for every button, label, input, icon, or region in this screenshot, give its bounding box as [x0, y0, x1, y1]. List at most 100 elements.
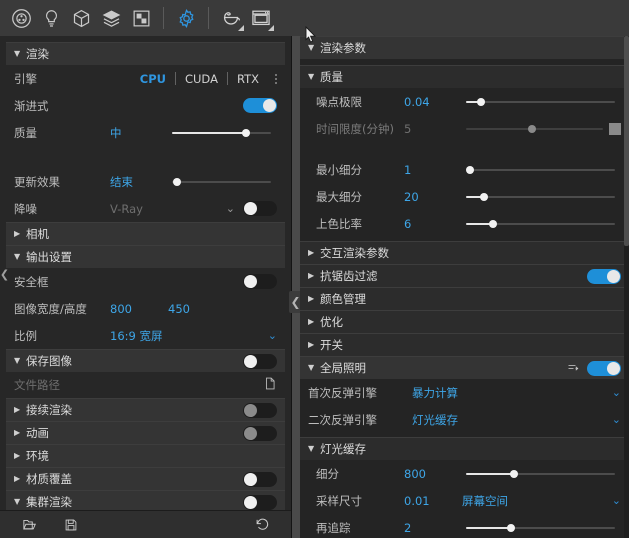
material-override-toggle[interactable]: [243, 472, 277, 487]
update-effect-value[interactable]: 结束: [110, 174, 168, 190]
engine-option-cpu[interactable]: CPU: [131, 72, 175, 86]
section-color-management[interactable]: ▶ 颜色管理: [300, 287, 629, 310]
primary-engine-value[interactable]: 暴力计算: [412, 385, 458, 401]
update-effect-slider[interactable]: [168, 174, 277, 190]
global-illumination-toggle[interactable]: [587, 361, 621, 376]
save-preset-icon[interactable]: [58, 514, 84, 536]
render-window-flyout-indicator[interactable]: [268, 25, 274, 31]
sample-size-mode-value[interactable]: 屏幕空间: [462, 493, 508, 509]
primary-engine-chevron-down-icon[interactable]: ⌄: [606, 386, 621, 399]
save-image-toggle[interactable]: [243, 354, 277, 369]
retrace-value[interactable]: 2: [404, 521, 462, 535]
engine-overflow-menu-icon[interactable]: [275, 74, 277, 84]
engine-option-cuda[interactable]: CUDA: [176, 72, 227, 86]
light-cache-subdivs-slider[interactable]: [462, 466, 621, 482]
section-antialiasing-filter[interactable]: ▶ 抗锯齿过滤: [300, 264, 629, 287]
denoise-value[interactable]: V-Ray: [110, 202, 143, 216]
geometry-cube-icon[interactable]: [66, 3, 96, 33]
gi-presets-arrow-icon[interactable]: [566, 361, 580, 376]
left-panel-collapse-icon[interactable]: ❮: [0, 264, 9, 284]
section-switches[interactable]: ▶ 开关: [300, 333, 629, 356]
shading-rate-label: 上色比率: [308, 216, 404, 232]
teapot-flyout-indicator[interactable]: [238, 25, 244, 31]
ratio-value[interactable]: 16:9 宽屏: [110, 328, 162, 344]
section-global-illumination[interactable]: ▼ 全局照明: [300, 356, 629, 379]
section-output[interactable]: ▼ 输出设置: [6, 245, 285, 268]
open-preset-icon[interactable]: [16, 514, 42, 536]
reset-settings-icon[interactable]: [249, 514, 275, 536]
retrace-slider[interactable]: [462, 520, 621, 536]
section-environment[interactable]: ▶ 环境: [6, 444, 285, 467]
section-material-override[interactable]: ▶ 材质覆盖: [6, 467, 285, 490]
chevron-down-icon: ▼: [14, 498, 26, 506]
section-render[interactable]: ▼ 渲染: [6, 42, 285, 65]
chevron-down-icon: ▼: [14, 50, 26, 58]
denoise-chevron-down-icon[interactable]: ⌄: [220, 202, 235, 215]
left-panel-scroll-area: ▼ 渲染 引擎 CPU CUDA RTX 渐进式: [0, 36, 291, 510]
section-interactive-params[interactable]: ▶ 交互渲染参数: [300, 241, 629, 264]
light-bulb-icon[interactable]: [36, 3, 66, 33]
secondary-engine-value[interactable]: 灯光缓存: [412, 412, 458, 428]
min-subdiv-value[interactable]: 1: [404, 163, 462, 177]
right-panel-scrollbar[interactable]: [624, 36, 629, 538]
sample-size-mode-chevron-down-icon[interactable]: ⌄: [606, 494, 621, 507]
gear-settings-icon[interactable]: [171, 3, 201, 33]
quality-value[interactable]: 中: [110, 125, 168, 141]
noise-limit-value[interactable]: 0.04: [404, 95, 462, 109]
render-target-icon[interactable]: [6, 3, 36, 33]
max-subdiv-slider[interactable]: [462, 189, 621, 205]
render-frame-window-icon[interactable]: [246, 3, 276, 33]
chevron-down-icon: ▼: [308, 445, 320, 453]
image-height-value[interactable]: 450: [168, 302, 226, 316]
time-limit-value[interactable]: 5: [404, 122, 462, 136]
section-quality[interactable]: ▼ 质量: [300, 65, 629, 88]
light-cache-subdivs-value[interactable]: 800: [404, 467, 462, 481]
cluster-render-toggle[interactable]: [243, 495, 277, 510]
section-render-title: 渲染: [26, 46, 49, 62]
secondary-engine-chevron-down-icon[interactable]: ⌄: [606, 413, 621, 426]
row-spacer-quality: [300, 142, 629, 156]
noise-limit-slider[interactable]: [462, 94, 621, 110]
section-resume-render[interactable]: ▶ 接续渲染: [6, 398, 285, 421]
max-subdiv-value[interactable]: 20: [404, 190, 462, 204]
shading-rate-slider[interactable]: [462, 216, 621, 232]
section-environment-title: 环境: [26, 448, 49, 464]
time-limit-slider[interactable]: [462, 121, 605, 137]
engine-option-rtx[interactable]: RTX: [228, 72, 268, 86]
toolbar-divider-1: [163, 7, 164, 29]
light-cache-subdivs-label: 细分: [308, 466, 404, 482]
section-save-image[interactable]: ▼ 保存图像: [6, 349, 285, 372]
panel-splitter[interactable]: ❮: [292, 36, 300, 538]
teapot-material-icon[interactable]: [216, 3, 246, 33]
section-color-management-title: 颜色管理: [320, 291, 366, 307]
denoise-toggle[interactable]: [243, 201, 277, 216]
resume-render-toggle[interactable]: [243, 403, 277, 418]
min-subdiv-slider[interactable]: [462, 162, 621, 178]
section-optimization-title: 优化: [320, 314, 343, 330]
row-primary-engine: 首次反弹引擎 暴力计算 ⌄: [300, 379, 629, 406]
section-light-cache[interactable]: ▼ 灯光缓存: [300, 437, 629, 460]
file-browse-icon[interactable]: [263, 376, 277, 394]
section-cluster-render[interactable]: ▼ 集群渲染: [6, 490, 285, 510]
checker-texture-icon[interactable]: [126, 3, 156, 33]
safe-frame-label: 安全框: [14, 274, 110, 290]
sample-size-value[interactable]: 0.01: [404, 494, 462, 508]
row-update-effect: 更新效果 结束: [6, 168, 285, 195]
shading-rate-value[interactable]: 6: [404, 217, 462, 231]
chevron-down-icon: ▼: [14, 357, 26, 365]
antialiasing-filter-toggle[interactable]: [587, 269, 621, 284]
section-optimization[interactable]: ▶ 优化: [300, 310, 629, 333]
safe-frame-toggle[interactable]: [243, 274, 277, 289]
animation-toggle[interactable]: [243, 426, 277, 441]
progressive-toggle[interactable]: [243, 98, 277, 113]
time-limit-label: 时间限度(分钟): [308, 121, 404, 137]
image-width-value[interactable]: 800: [110, 302, 168, 316]
time-limit-checkbox[interactable]: [609, 123, 621, 135]
quality-slider[interactable]: [168, 125, 277, 141]
section-animation[interactable]: ▶ 动画: [6, 421, 285, 444]
section-render-params[interactable]: ▼ 渲染参数: [300, 36, 629, 59]
file-path-placeholder[interactable]: 文件路径: [14, 377, 60, 393]
section-camera[interactable]: ▶ 相机: [6, 222, 285, 245]
layers-icon[interactable]: [96, 3, 126, 33]
ratio-chevron-down-icon[interactable]: ⌄: [262, 329, 277, 342]
